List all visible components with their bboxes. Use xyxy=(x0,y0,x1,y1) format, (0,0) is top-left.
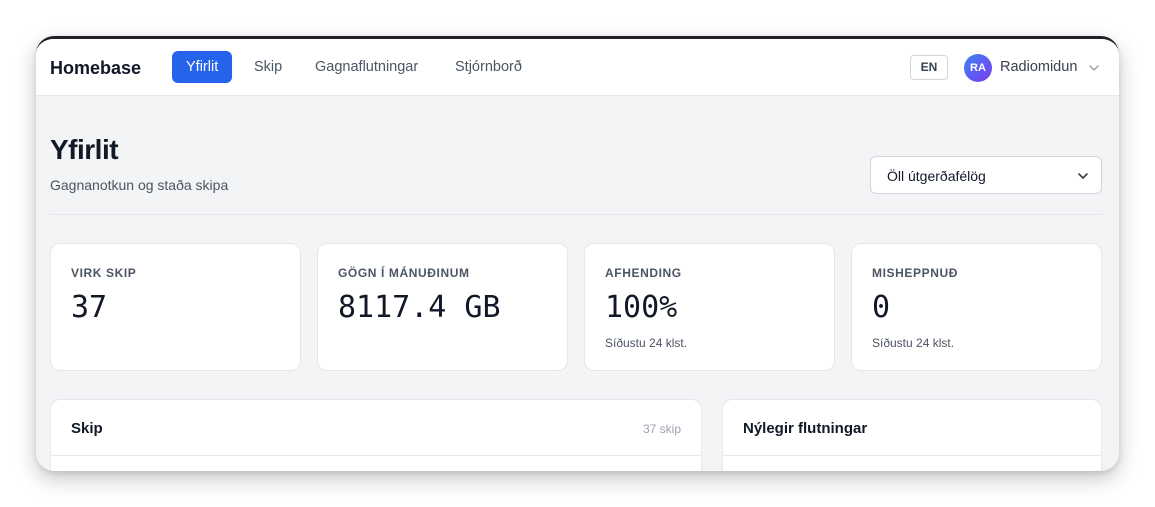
stat-label: GÖGN Í MÁNUÐINUM xyxy=(338,266,470,280)
stat-card-active-ships: VIRK SKIP 37 xyxy=(50,243,301,371)
app-window: Homebase Yfirlit Skip Gagnaflutningar St… xyxy=(36,36,1119,471)
company-filter-value: Öll útgerðafélög xyxy=(887,168,986,184)
panel-title: Skip xyxy=(71,420,103,437)
stat-value: 37 xyxy=(71,290,108,325)
header-divider xyxy=(50,214,1102,215)
nav-tab-stjornbord[interactable]: Stjórnborð xyxy=(441,51,536,83)
panel-divider xyxy=(51,455,701,456)
page-subtitle: Gagnanotkun og staða skipa xyxy=(50,177,229,193)
stat-note: Síðustu 24 klst. xyxy=(872,336,955,350)
user-avatar[interactable]: RA xyxy=(964,54,992,82)
stat-card-delivery: AFHENDING 100% Síðustu 24 klst. xyxy=(584,243,835,371)
stat-label: MISHEPPNUÐ xyxy=(872,266,959,280)
stat-card-monthly-data: GÖGN Í MÁNUÐINUM 8117.4 GB xyxy=(317,243,568,371)
stat-value: 0 xyxy=(872,290,891,325)
nav-tab-gagnaflutningar[interactable]: Gagnaflutningar xyxy=(301,51,432,83)
top-navbar: Homebase Yfirlit Skip Gagnaflutningar St… xyxy=(36,39,1119,96)
ship-count: 37 skip xyxy=(642,422,681,436)
company-filter-select[interactable]: Öll útgerðafélög xyxy=(870,156,1102,194)
recent-transfers-panel: Nýlegir flutningar xyxy=(722,399,1102,471)
chevron-down-icon[interactable] xyxy=(1087,61,1101,75)
chevron-down-icon xyxy=(1078,173,1088,179)
brand-logo[interactable]: Homebase xyxy=(50,58,141,79)
nav-tab-yfirlit[interactable]: Yfirlit xyxy=(172,51,233,83)
panel-divider xyxy=(723,455,1101,456)
user-menu-name[interactable]: Radiomidun xyxy=(1000,59,1077,75)
panel-title: Nýlegir flutningar xyxy=(743,420,868,437)
stat-label: AFHENDING xyxy=(605,266,682,280)
stat-card-failed: MISHEPPNUÐ 0 Síðustu 24 klst. xyxy=(851,243,1102,371)
language-toggle-button[interactable]: EN xyxy=(910,55,948,80)
stat-value: 8117.4 GB xyxy=(338,290,501,325)
stat-note: Síðustu 24 klst. xyxy=(605,336,688,350)
page-title: Yfirlit xyxy=(50,134,119,165)
stat-value: 100% xyxy=(605,290,678,325)
nav-tab-skip[interactable]: Skip xyxy=(240,51,296,83)
stat-label: VIRK SKIP xyxy=(71,266,137,280)
ships-panel: Skip 37 skip xyxy=(50,399,702,471)
